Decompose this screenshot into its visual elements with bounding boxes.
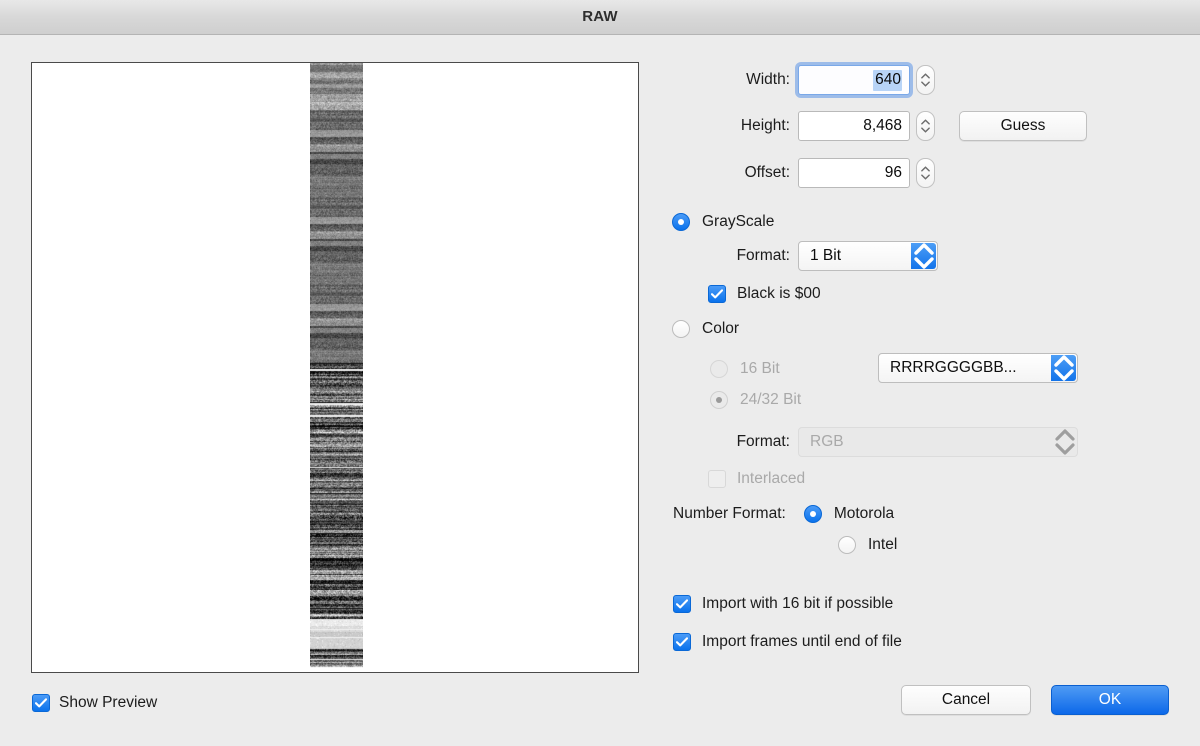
- chevron-updown-icon: [1051, 355, 1076, 381]
- grayscale-radio[interactable]: [672, 213, 690, 231]
- height-stepper[interactable]: [916, 111, 935, 141]
- cancel-button-wrap: Cancel: [901, 685, 1031, 715]
- offset-input[interactable]: 96: [798, 158, 910, 188]
- import-16bit-label: Import with 16 bit if possible: [702, 595, 894, 612]
- intel-label: Intel: [868, 536, 898, 553]
- bit2432-radio[interactable]: [710, 391, 728, 409]
- import-16bit-row[interactable]: Import with 16 bit if possible: [673, 595, 893, 613]
- intel-row[interactable]: Intel: [838, 536, 897, 554]
- height-input[interactable]: 8,468: [798, 111, 910, 141]
- width-input[interactable]: 640: [798, 65, 910, 95]
- color-radio-row[interactable]: Color: [672, 320, 739, 338]
- bit2432-row[interactable]: 24/32 Bit: [710, 391, 801, 409]
- grayscale-format-row: Format: 1 Bit: [660, 241, 938, 271]
- chevron-updown-icon: [1054, 429, 1076, 455]
- width-stepper[interactable]: [916, 65, 935, 95]
- motorola-radio[interactable]: [803, 505, 822, 523]
- width-value: 640: [873, 69, 902, 91]
- channel-order-dropdown[interactable]: RRRRGGGGBB...: [878, 353, 1078, 383]
- color-radio[interactable]: [672, 320, 690, 338]
- grayscale-format-value: 1 Bit: [810, 247, 842, 264]
- preview-panel: [31, 62, 639, 673]
- grayscale-label: GrayScale: [702, 213, 775, 230]
- bit2432-label: 24/32 Bit: [740, 391, 802, 408]
- color-format-row: Format: RGB: [660, 427, 1078, 457]
- show-preview-label: Show Preview: [59, 694, 158, 711]
- intel-radio[interactable]: [838, 536, 856, 554]
- show-preview-row[interactable]: Show Preview: [32, 694, 157, 712]
- channel-order-row: RRRRGGGGBB...: [878, 353, 1078, 383]
- black-is-checkbox[interactable]: [708, 285, 726, 303]
- channel-order-value: RRRRGGGGBB...: [890, 359, 1017, 376]
- window-title: RAW: [582, 8, 618, 25]
- import-frames-row[interactable]: Import frames until end of file: [673, 633, 902, 651]
- interlaced-row[interactable]: Interlaced: [708, 470, 805, 488]
- number-format-label: Number Format:: [673, 505, 786, 522]
- offset-row: Offset: 96: [660, 158, 935, 188]
- color-format-label: Format:: [736, 433, 790, 450]
- import-frames-checkbox[interactable]: [673, 633, 691, 651]
- offset-value: 96: [884, 164, 902, 181]
- window-titlebar: RAW: [0, 0, 1200, 35]
- height-row: Height: 8,468 Guess: [660, 111, 1087, 141]
- settings-pane: Width: 640 Height: 8,468 Guess Offset: 9…: [660, 50, 1180, 730]
- motorola-label: Motorola: [833, 505, 895, 522]
- offset-label: Offset:: [744, 164, 790, 181]
- black-is-row[interactable]: Black is $00: [708, 285, 821, 303]
- width-label: Width:: [746, 71, 790, 88]
- interlaced-label: Interlaced: [737, 470, 806, 487]
- color-format-value: RGB: [810, 433, 844, 450]
- guess-button[interactable]: Guess: [959, 111, 1087, 141]
- preview-image-strip: [310, 63, 363, 672]
- grayscale-format-dropdown[interactable]: 1 Bit: [798, 241, 938, 271]
- interlaced-checkbox[interactable]: [708, 470, 726, 488]
- width-row: Width: 640: [660, 65, 935, 95]
- height-value: 8,468: [863, 117, 902, 134]
- cancel-button[interactable]: Cancel: [901, 685, 1031, 715]
- import-16bit-checkbox[interactable]: [673, 595, 691, 613]
- bit16-row[interactable]: 16 Bit: [710, 360, 780, 378]
- ok-button[interactable]: OK: [1051, 685, 1169, 715]
- grayscale-radio-row[interactable]: GrayScale: [672, 213, 774, 231]
- ok-button-wrap: OK: [1051, 685, 1169, 715]
- number-format-row: Number Format: Motorola: [673, 505, 894, 523]
- height-label: Height:: [740, 117, 790, 134]
- preview-canvas: [310, 63, 363, 672]
- grayscale-format-label: Format:: [736, 247, 790, 264]
- color-label: Color: [702, 320, 740, 337]
- show-preview-checkbox[interactable]: [32, 694, 50, 712]
- black-is-label: Black is $00: [737, 285, 821, 302]
- raw-import-dialog: RAW Show Preview Width: 640 Height: 8,46…: [0, 0, 1200, 746]
- import-frames-label: Import frames until end of file: [702, 633, 902, 650]
- offset-stepper[interactable]: [916, 158, 935, 188]
- chevron-updown-icon: [911, 243, 936, 269]
- bit16-radio[interactable]: [710, 360, 728, 378]
- bit16-label: 16 Bit: [740, 360, 780, 377]
- color-format-dropdown[interactable]: RGB: [798, 427, 1078, 457]
